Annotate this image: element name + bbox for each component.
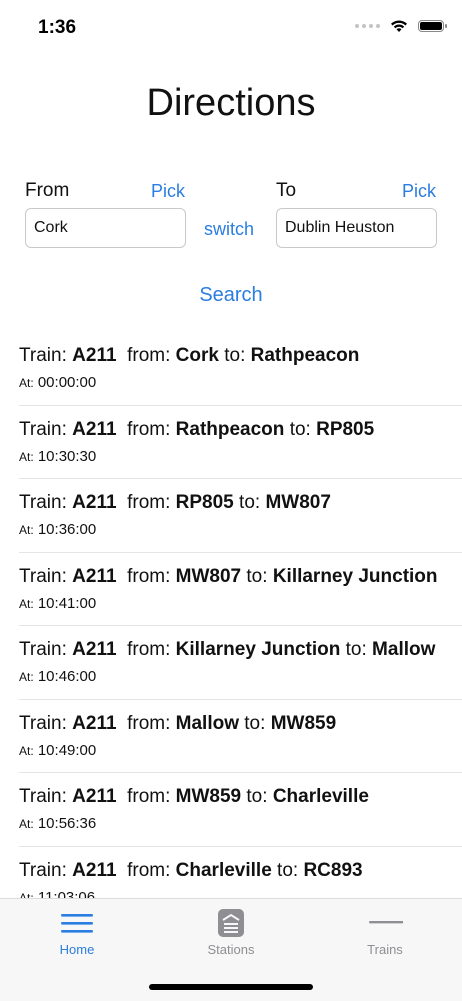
to-input[interactable] bbox=[276, 208, 437, 248]
route-text: Train: A211 from: MW807 to: Killarney Ju… bbox=[19, 565, 438, 587]
route-text: Train: A211 from: Cork to: Rathpeacon bbox=[19, 345, 360, 366]
list-item[interactable]: Train: A211 from: Mallow to: MW859 At: 1… bbox=[19, 700, 462, 773]
list-item[interactable]: Train: A211 from: Charleville to: RC893 … bbox=[19, 847, 462, 899]
home-icon bbox=[61, 914, 93, 933]
route-text: Train: A211 from: Mallow to: MW859 bbox=[19, 712, 337, 734]
tab-label: Home bbox=[59, 942, 95, 957]
route-text: Train: A211 from: MW859 to: Charleville bbox=[19, 786, 369, 807]
time-text: At: 10:41:00 bbox=[19, 594, 97, 612]
tab-label: Trains bbox=[367, 942, 403, 957]
switch-button[interactable]: switch bbox=[204, 219, 254, 240]
list-item[interactable]: Train: A211 from: Cork to: Rathpeacon At… bbox=[19, 332, 462, 406]
list-item[interactable]: Train: A211 from: Killarney Junction to:… bbox=[19, 626, 462, 700]
time-text: At: 10:56:36 bbox=[19, 815, 97, 832]
from-label: From bbox=[25, 180, 70, 201]
time-text: At: 10:30:30 bbox=[19, 447, 97, 465]
tab-trains[interactable]: Trains bbox=[308, 899, 462, 969]
home-indicator bbox=[149, 984, 313, 990]
time-text: At: 10:49:00 bbox=[19, 741, 97, 759]
list-item[interactable]: Train: A211 from: RP805 to: MW807 At: 10… bbox=[19, 479, 462, 553]
page-title: Directions bbox=[146, 82, 316, 124]
to-pick-button[interactable]: Pick bbox=[402, 181, 436, 202]
list-item[interactable]: Train: A211 from: MW807 to: Killarney Ju… bbox=[19, 553, 462, 626]
time-text: At: 10:46:00 bbox=[19, 668, 97, 685]
cellular-signal-icon bbox=[355, 24, 380, 28]
wifi-icon bbox=[391, 20, 407, 32]
search-button[interactable]: Search bbox=[0, 284, 462, 307]
trains-icon bbox=[369, 921, 403, 924]
tab-home[interactable]: Home bbox=[0, 899, 154, 969]
list-item[interactable]: Train: A211 from: MW859 to: Charleville … bbox=[19, 773, 462, 847]
route-text: Train: A211 from: Killarney Junction to:… bbox=[19, 639, 436, 660]
to-label: To bbox=[276, 180, 297, 201]
stations-icon bbox=[218, 909, 244, 937]
time-text: At: 11:03:06 bbox=[19, 888, 96, 899]
battery-icon bbox=[418, 20, 447, 32]
route-text: Train: A211 from: RP805 to: MW807 bbox=[19, 492, 331, 513]
tab-label: Stations bbox=[207, 942, 255, 957]
time-text: At: 00:00:00 bbox=[19, 374, 97, 391]
status-time: 1:36 bbox=[38, 17, 77, 38]
from-input[interactable] bbox=[25, 208, 186, 248]
from-pick-button[interactable]: Pick bbox=[151, 181, 185, 202]
route-text: Train: A211 from: Charleville to: RC893 bbox=[19, 859, 363, 881]
tab-stations[interactable]: Stations bbox=[154, 899, 308, 969]
time-text: At: 10:36:00 bbox=[19, 521, 97, 538]
results-list[interactable]: Train: A211 from: Cork to: Rathpeacon At… bbox=[0, 332, 462, 898]
route-text: Train: A211 from: Rathpeacon to: RP805 bbox=[19, 418, 375, 440]
status-bar: 1:36 bbox=[0, 0, 462, 56]
list-item[interactable]: Train: A211 from: Rathpeacon to: RP805 A… bbox=[19, 406, 462, 479]
status-icons bbox=[355, 19, 447, 33]
